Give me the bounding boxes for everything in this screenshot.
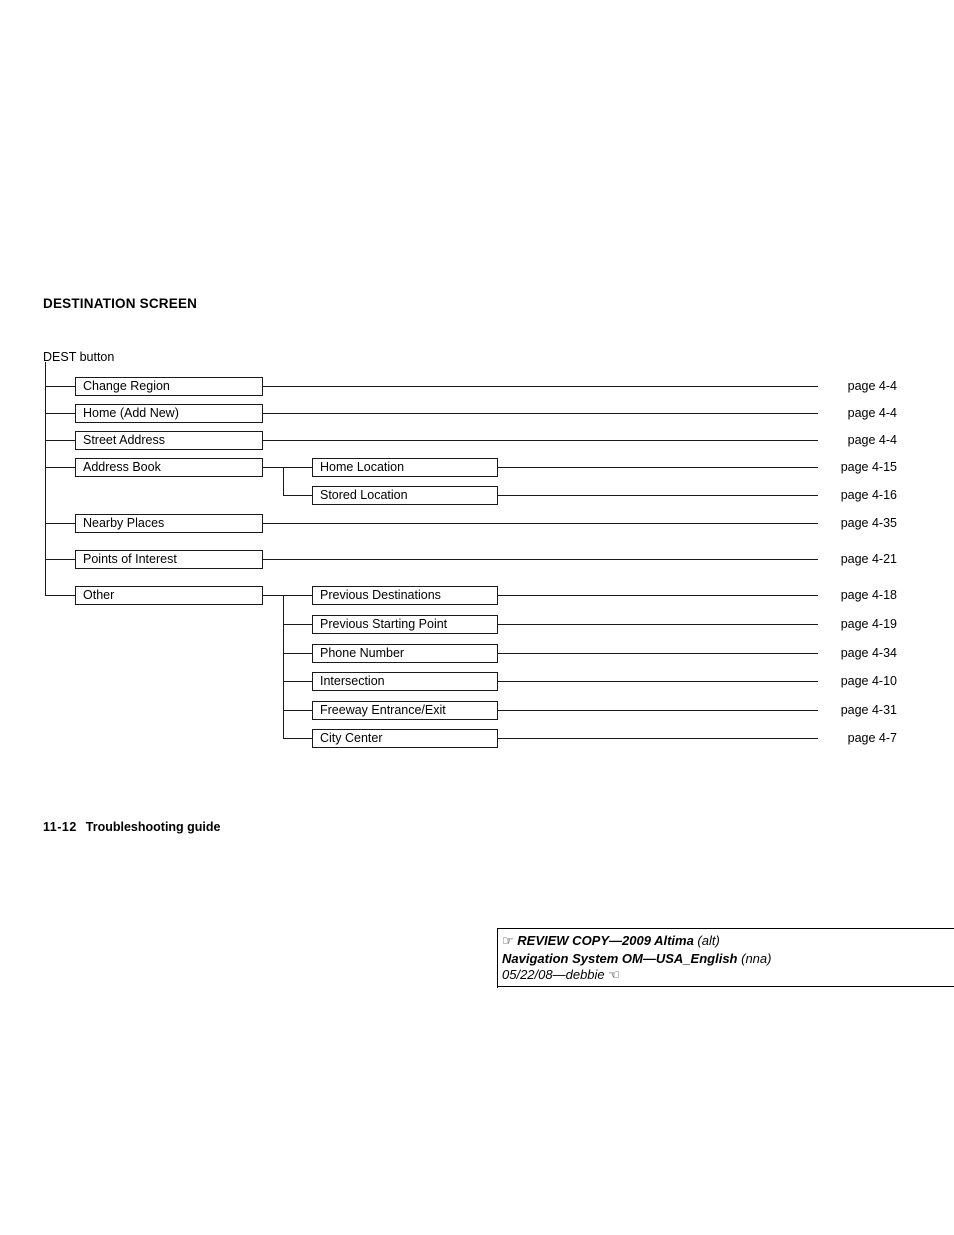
review-copy-market-code: (nna)	[741, 950, 772, 966]
page-ref-nearby-places[interactable]: page 4-35	[841, 516, 897, 530]
page-ref-street-address[interactable]: page 4-4	[848, 433, 897, 447]
leader-line-phone-number	[498, 653, 818, 654]
page-ref-stored-location[interactable]: page 4-16	[841, 488, 897, 502]
address-book-stub-stored-location	[283, 495, 313, 496]
footer-folio: 11-12 Troubleshooting guide	[43, 820, 221, 834]
node-freeway-entrance-exit[interactable]: Freeway Entrance/Exit	[312, 701, 498, 720]
leader-line-previous-starting-point	[498, 624, 818, 625]
other-stub-freeway-entrance-exit	[283, 710, 313, 711]
node-street-address[interactable]: Street Address	[75, 431, 263, 450]
node-nearby-places[interactable]: Nearby Places	[75, 514, 263, 533]
page-ref-city-center[interactable]: page 4-7	[848, 731, 897, 745]
page-ref-intersection[interactable]: page 4-10	[841, 674, 897, 688]
branch-stub-points-of-interest	[45, 559, 76, 560]
branch-stub-address-book	[45, 467, 76, 468]
other-stub-city-center	[283, 738, 313, 739]
trunk-vertical-line	[45, 362, 46, 595]
address-book-connector-vertical	[283, 467, 284, 495]
leader-line-city-center	[498, 738, 818, 739]
review-copy-date-author: 05/22/08—debbie	[502, 967, 605, 982]
review-stamp-line-1: ☞ REVIEW COPY—2009 Altima (alt)	[502, 933, 954, 951]
leader-line-stored-location	[498, 495, 818, 496]
leader-line-points-of-interest	[263, 559, 818, 560]
page-canvas: DESTINATION SCREEN DEST button Change Re…	[0, 0, 954, 1235]
page-ref-change-region[interactable]: page 4-4	[848, 379, 897, 393]
page-ref-previous-starting-point[interactable]: page 4-19	[841, 617, 897, 631]
leader-line-home-location	[498, 467, 818, 468]
node-change-region[interactable]: Change Region	[75, 377, 263, 396]
footer-section-name: Troubleshooting guide	[85, 820, 221, 834]
node-other[interactable]: Other	[75, 586, 263, 605]
leader-line-previous-destinations	[498, 595, 818, 596]
node-points-of-interest[interactable]: Points of Interest	[75, 550, 263, 569]
footer-page-number: 11-12	[43, 820, 77, 834]
node-stored-location[interactable]: Stored Location	[312, 486, 498, 505]
address-book-stub-home-location	[283, 467, 313, 468]
node-home-add-new[interactable]: Home (Add New)	[75, 404, 263, 423]
node-intersection[interactable]: Intersection	[312, 672, 498, 691]
review-copy-title: REVIEW COPY—2009 Altima	[517, 933, 694, 948]
page-ref-freeway-entrance-exit[interactable]: page 4-31	[841, 703, 897, 717]
review-copy-variant: (alt)	[697, 933, 720, 948]
other-connector-vertical	[283, 595, 284, 738]
leader-line-home-add-new	[263, 413, 818, 414]
leader-line-freeway-entrance-exit	[498, 710, 818, 711]
hand-left-icon: ☜	[608, 968, 620, 983]
hand-right-icon: ☞	[502, 934, 514, 949]
node-previous-starting-point[interactable]: Previous Starting Point	[312, 615, 498, 634]
review-stamp-line-3: 05/22/08—debbie ☜	[502, 967, 954, 985]
other-stub-intersection	[283, 681, 313, 682]
page-ref-home-location[interactable]: page 4-15	[841, 460, 897, 474]
review-stamp-bottom-rule	[497, 986, 954, 987]
page-ref-previous-destinations[interactable]: page 4-18	[841, 588, 897, 602]
destination-screen-flow-diagram: Change Region Home (Add New) Street Addr…	[0, 0, 954, 1235]
review-stamp-line-2: Navigation System OM—USA_English (nna)	[502, 951, 954, 968]
leader-line-street-address	[263, 440, 818, 441]
leader-line-change-region	[263, 386, 818, 387]
branch-stub-change-region	[45, 386, 76, 387]
leader-line-intersection	[498, 681, 818, 682]
node-previous-destinations[interactable]: Previous Destinations	[312, 586, 498, 605]
node-address-book[interactable]: Address Book	[75, 458, 263, 477]
branch-stub-home-add-new	[45, 413, 76, 414]
node-home-location[interactable]: Home Location	[312, 458, 498, 477]
other-stub-previous-starting-point	[283, 624, 313, 625]
node-phone-number[interactable]: Phone Number	[312, 644, 498, 663]
other-stub-phone-number	[283, 653, 313, 654]
review-copy-stamp: ☞ REVIEW COPY—2009 Altima (alt) Navigati…	[497, 928, 954, 988]
branch-stub-nearby-places	[45, 523, 76, 524]
address-book-connector-out	[263, 467, 283, 468]
other-stub-previous-destinations	[283, 595, 313, 596]
branch-stub-street-address	[45, 440, 76, 441]
review-copy-manual-name: Navigation System OM—USA_English	[502, 950, 738, 966]
page-ref-points-of-interest[interactable]: page 4-21	[841, 552, 897, 566]
branch-stub-other	[45, 595, 76, 596]
page-ref-home-add-new[interactable]: page 4-4	[848, 406, 897, 420]
node-city-center[interactable]: City Center	[312, 729, 498, 748]
leader-line-nearby-places	[263, 523, 818, 524]
other-connector-out	[263, 595, 283, 596]
page-ref-phone-number[interactable]: page 4-34	[841, 646, 897, 660]
